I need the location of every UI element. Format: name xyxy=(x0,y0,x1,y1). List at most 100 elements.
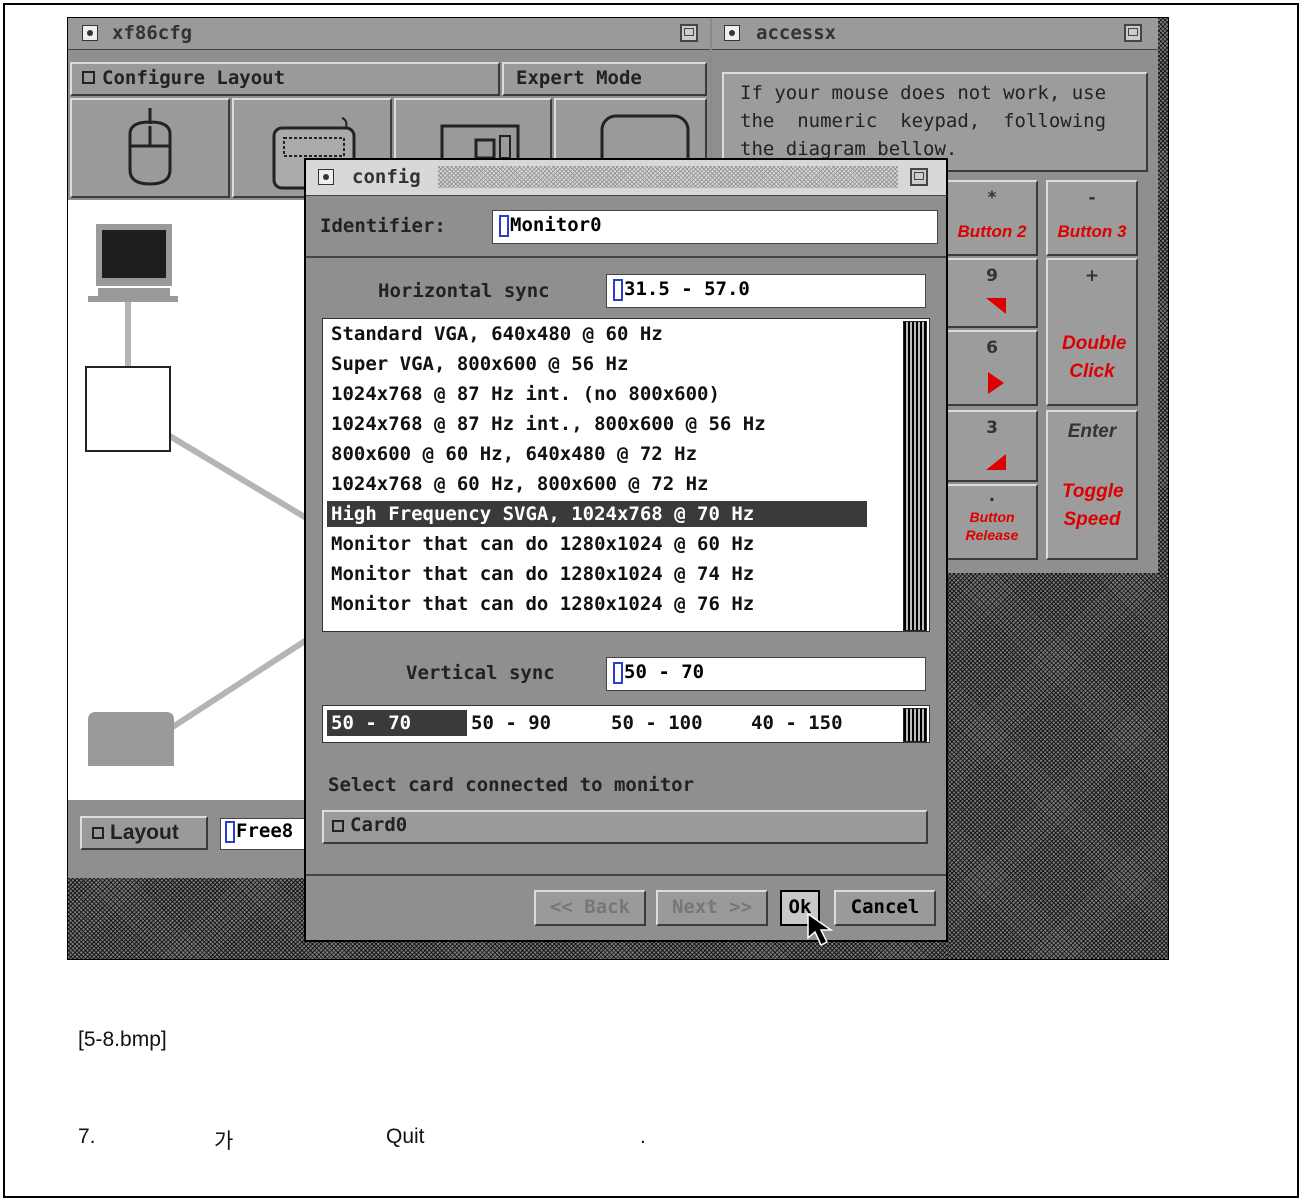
key-label: Enter xyxy=(1067,421,1117,442)
mouse-icon xyxy=(128,108,172,186)
arrow-right-icon xyxy=(988,372,1004,394)
window-menu-icon[interactable] xyxy=(82,25,98,41)
key-symbol: * xyxy=(987,188,997,208)
config-title: config xyxy=(352,166,421,188)
accessx-title: accessx xyxy=(756,22,837,44)
menu-icon xyxy=(82,71,95,84)
card-menu-button[interactable]: Card0 xyxy=(322,810,928,844)
expert-mode-label: Expert Mode xyxy=(516,67,642,89)
key-label: Button 2 xyxy=(957,222,1027,241)
key-asterisk-button2[interactable]: * Button 2 xyxy=(946,180,1038,256)
vsync-option[interactable]: 40 - 150 xyxy=(751,710,843,736)
key-period-button-release[interactable]: . Button Release xyxy=(946,484,1038,560)
window-menu-icon[interactable] xyxy=(318,169,334,185)
monitor-list[interactable]: Standard VGA, 640x480 @ 60 Hz Super VGA, … xyxy=(322,318,930,632)
text-cursor xyxy=(499,214,509,237)
next-button[interactable]: Next >> xyxy=(656,890,768,926)
key-label: Button Release xyxy=(965,509,1019,543)
monitor-list-item[interactable]: Monitor that can do 1280x1024 @ 76 Hz xyxy=(331,591,754,617)
monitor-list-item[interactable]: Monitor that can do 1280x1024 @ 74 Hz xyxy=(331,561,754,587)
monitor-list-item[interactable]: 1024x768 @ 87 Hz int., 800x600 @ 56 Hz xyxy=(331,411,766,437)
mouse-device-button[interactable] xyxy=(70,98,230,198)
vsync-input[interactable]: 50 - 70 xyxy=(606,657,926,691)
desktop-background-right xyxy=(948,573,1168,959)
configure-layout-label: Configure Layout xyxy=(102,67,286,89)
key-9[interactable]: 9 xyxy=(946,258,1038,328)
step-number: 7. xyxy=(78,1125,96,1148)
monitor-list-item[interactable]: High Frequency SVGA, 1024x768 @ 70 Hz xyxy=(327,501,867,527)
x11-desktop: xf86cfg Configure Layout Expert Mode Lay… xyxy=(67,17,1169,960)
key-symbol: - xyxy=(1088,188,1096,208)
xf86cfg-titlebar[interactable]: xf86cfg xyxy=(68,18,710,50)
monitor-list-item[interactable]: Standard VGA, 640x480 @ 60 Hz xyxy=(331,321,663,347)
arrow-up-right-icon xyxy=(986,298,1006,314)
help-line-2: the numeric keypad, following xyxy=(740,110,1107,132)
accessx-help-panel: If your mouse does not work, use the num… xyxy=(722,72,1148,172)
key-symbol: . xyxy=(988,486,996,506)
vsync-option[interactable]: 50 - 70 xyxy=(327,710,467,736)
xf86cfg-title: xf86cfg xyxy=(112,22,193,44)
identifier-label: Identifier: xyxy=(320,215,446,237)
maximize-icon[interactable] xyxy=(1124,24,1142,42)
card-label: Select card connected to monitor xyxy=(328,774,695,796)
key-symbol: 3 xyxy=(986,418,998,438)
vsync-option[interactable]: 50 - 90 xyxy=(471,710,551,736)
key-minus-button3[interactable]: - Button 3 xyxy=(1046,180,1138,256)
identifier-value: Monitor0 xyxy=(510,214,602,236)
key-sublabel: Toggle Speed xyxy=(1062,481,1124,530)
divider xyxy=(306,874,946,876)
back-button[interactable]: << Back xyxy=(534,890,646,926)
layout-name-value: Free8 xyxy=(236,820,294,842)
maximize-icon[interactable] xyxy=(910,168,928,186)
monitor-list-scrollbar[interactable] xyxy=(903,321,927,631)
accessx-titlebar[interactable]: accessx xyxy=(712,18,1158,50)
monitor-list-item[interactable]: 1024x768 @ 60 Hz, 800x600 @ 72 Hz xyxy=(331,471,709,497)
identifier-input[interactable]: Monitor0 xyxy=(492,210,938,244)
text-cursor xyxy=(225,820,235,843)
cancel-button[interactable]: Cancel xyxy=(834,890,936,926)
key-symbol: 6 xyxy=(986,338,998,358)
card-value: Card0 xyxy=(350,814,408,836)
key-6[interactable]: 6 xyxy=(946,330,1038,406)
mouse-pointer-icon xyxy=(807,912,834,947)
vsync-label: Vertical sync xyxy=(406,662,555,684)
vsync-list-scrollbar[interactable] xyxy=(903,708,927,742)
hsync-input[interactable]: 31.5 - 57.0 xyxy=(606,274,926,308)
arrow-down-right-icon xyxy=(986,454,1006,470)
window-menu-icon[interactable] xyxy=(724,25,740,41)
text-cursor xyxy=(613,278,623,301)
key-label: Button 3 xyxy=(1057,222,1127,241)
config-dialog: config Identifier: Monitor0 Horizontal s… xyxy=(304,158,948,947)
key-symbol: 9 xyxy=(986,266,998,286)
text-cursor xyxy=(613,661,623,684)
titlebar-stipple xyxy=(438,166,898,188)
step-korean-char: 가 xyxy=(214,1129,234,1153)
key-plus-double-click[interactable]: + Double Click xyxy=(1046,258,1138,406)
key-symbol: + xyxy=(1084,266,1100,286)
monitor-list-item[interactable]: Super VGA, 800x600 @ 56 Hz xyxy=(331,351,628,377)
config-titlebar[interactable]: config xyxy=(306,160,946,196)
layout-button-label: Layout xyxy=(110,821,179,844)
step-quit-word: Quit xyxy=(386,1125,425,1148)
divider xyxy=(306,256,946,258)
key-enter-toggle-speed[interactable]: Enter Toggle Speed xyxy=(1046,410,1138,560)
maximize-icon[interactable] xyxy=(680,24,698,42)
image-filename-caption: [5-8.bmp] xyxy=(78,1028,167,1051)
help-line-3: the diagram bellow. xyxy=(740,138,958,160)
layout-button[interactable]: Layout xyxy=(80,816,208,850)
hsync-label: Horizontal sync xyxy=(378,280,550,302)
configure-layout-menu[interactable]: Configure Layout xyxy=(70,62,500,96)
vsync-option[interactable]: 50 - 100 xyxy=(611,710,703,736)
expert-mode-button[interactable]: Expert Mode xyxy=(502,62,707,96)
monitor-list-item[interactable]: Monitor that can do 1280x1024 @ 60 Hz xyxy=(331,531,754,557)
step-end-period: . xyxy=(640,1125,646,1148)
menu-icon xyxy=(92,827,104,839)
help-line-1: If your mouse does not work, use xyxy=(740,82,1107,104)
menu-icon xyxy=(332,820,344,832)
monitor-list-item[interactable]: 1024x768 @ 87 Hz int. (no 800x600) xyxy=(331,381,720,407)
desktop-background-top xyxy=(1158,18,1168,578)
vsync-list[interactable]: 50 - 70 50 - 90 50 - 100 40 - 150 xyxy=(322,705,930,743)
key-3[interactable]: 3 xyxy=(946,410,1038,482)
hsync-value: 31.5 - 57.0 xyxy=(624,278,750,300)
monitor-list-item[interactable]: 800x600 @ 60 Hz, 640x480 @ 72 Hz xyxy=(331,441,697,467)
